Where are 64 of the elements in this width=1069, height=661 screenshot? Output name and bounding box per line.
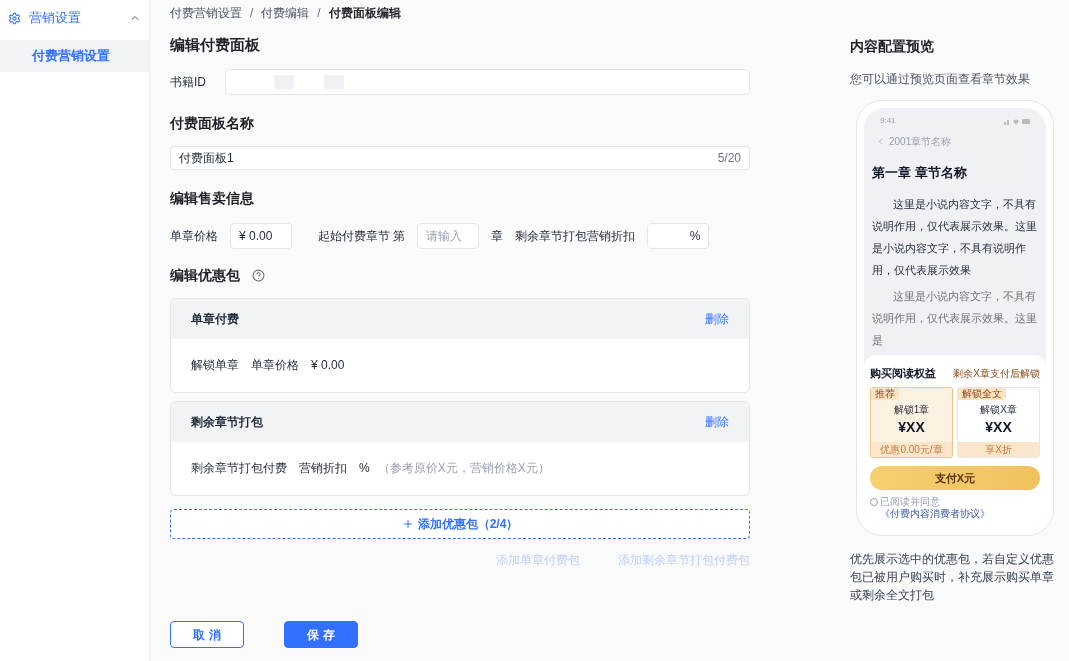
panel-name-field[interactable]: 付费面板1 5/20 (170, 145, 750, 170)
delete-link[interactable]: 删除 (705, 412, 729, 431)
preview-note: 优先展示选中的优惠包，若自定义优惠包已被用户购买时，补充展示购买单章或剩余全文打包 (850, 552, 1055, 604)
sheet-note: 剩余X章支付后解锁 (953, 366, 1040, 381)
purchase-option[interactable]: 推荐 解锁1章 ¥XX 优惠0.00元/章 (870, 387, 953, 459)
sheet-title: 购买阅读权益 (870, 365, 936, 381)
plus-icon (401, 517, 414, 530)
help-icon[interactable] (252, 268, 265, 282)
delete-link[interactable]: 删除 (705, 309, 729, 328)
section-title: 内容配置预览 (850, 37, 935, 56)
package-title: 剩余章节打包 (191, 413, 264, 431)
package-title: 单章付费 (191, 310, 240, 328)
save-button[interactable]: 保存 (284, 621, 358, 648)
section-title: 编辑付费面板 (170, 35, 261, 55)
breadcrumb-separator: / (250, 5, 254, 22)
agreement-link[interactable]: 《付费内容消费者协议》 (880, 508, 990, 520)
chapter-paragraph: 这里是小说内容文字，不具有说明作用，仅代表展示效果。这里是 (871, 288, 1038, 348)
chapter-paragraph: 这里是小说内容文字，不具有说明作用，仅代表展示效果。这里是小说内容文字，不具有说明作用，仅代表展示效果 (871, 196, 1038, 278)
pay-button[interactable]: 支付X元 (870, 466, 1040, 491)
section-title: 编辑优惠包 (170, 265, 240, 285)
hint-text: （参考原价X元，营销价格X元） (377, 460, 550, 477)
section-title: 编辑售卖信息 (170, 188, 255, 208)
option-footer: 享X折 (958, 442, 1039, 458)
menu-group[interactable]: 营销设置 (0, 8, 149, 28)
preview-subtitle: 您可以通过预览页面查看章节效果 (850, 72, 1031, 87)
status-icons (1004, 117, 1030, 125)
field-label: 书籍ID (170, 73, 207, 91)
back-title: 2001章节名称 (889, 135, 952, 150)
option-price: ¥XX (985, 418, 1012, 438)
field-label: 解锁单章 (191, 357, 239, 374)
breadcrumb-separator: / (317, 5, 321, 22)
option-name: 解锁X章 (980, 403, 1017, 418)
add-package-button[interactable]: 添加优惠包（2/4） (170, 508, 750, 539)
option-tag: 解锁全文 (958, 388, 1006, 401)
purchase-option[interactable]: 解锁全文 解锁X章 ¥XX 享X折 (957, 387, 1040, 459)
char-counter: 5/20 (717, 149, 741, 167)
field-label: 单章价格 (251, 357, 299, 374)
field-label: 单章价格 (170, 227, 218, 245)
breadcrumb-item[interactable]: 付费营销设置 (170, 4, 242, 22)
option-footer: 优惠0.00元/章 (871, 442, 952, 458)
field-value: ¥ 0.00 (311, 357, 345, 374)
sidebar-item[interactable]: 付费营销设置 (0, 40, 149, 72)
field-label: 营销折扣 (299, 460, 347, 477)
field-label: 剩余章节打包营销折扣 (515, 227, 636, 245)
chapter-title: 第一章 章节名称 (871, 164, 968, 183)
status-time: 9:41 (880, 115, 896, 128)
option-price: ¥XX (898, 418, 925, 438)
option-name: 解锁1章 (893, 403, 930, 418)
field-unit: 章 (491, 227, 504, 245)
field-value: % (359, 460, 370, 477)
field-label: 剩余章节打包付费 (191, 460, 287, 477)
field-label: 起始付费章节 第 (318, 227, 406, 245)
settings-icon (8, 11, 21, 25)
section-title: 付费面板名称 (170, 113, 255, 133)
book-id-field[interactable] (225, 68, 750, 95)
breadcrumb-item: 付费面板编辑 (328, 5, 401, 22)
breadcrumb-item[interactable]: 付费编辑 (261, 4, 310, 22)
price-field[interactable]: ¥ 0.00 (230, 222, 292, 249)
option-tag: 推荐 (871, 388, 899, 401)
discount-field[interactable]: % (647, 222, 710, 249)
chapter-field[interactable]: 请输入 (417, 222, 480, 249)
agreement-text: 已阅读并同意 《付费内容消费者协议》 (880, 496, 991, 521)
cancel-button[interactable]: 取消 (170, 621, 244, 648)
back-icon[interactable] (876, 137, 885, 147)
